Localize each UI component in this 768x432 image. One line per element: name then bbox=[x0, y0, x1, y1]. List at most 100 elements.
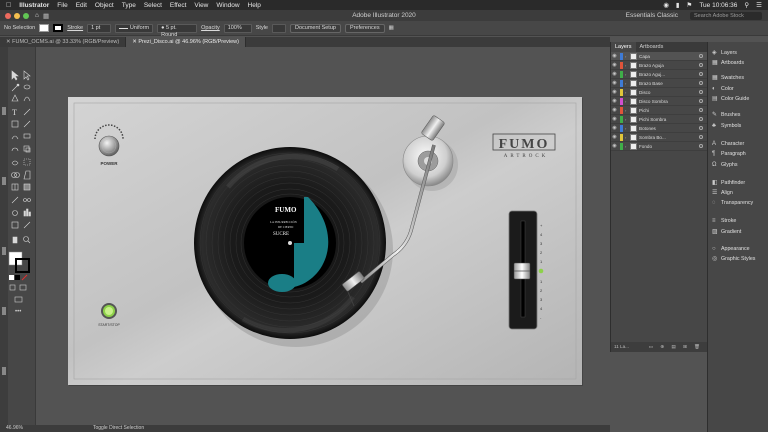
clock[interactable]: Tue 10:06:36 bbox=[699, 2, 737, 9]
collapsed-panel-icons[interactable] bbox=[0, 47, 8, 432]
layer-name[interactable]: Pichi Sombra bbox=[639, 117, 666, 122]
layer-name[interactable]: Brazo Base bbox=[639, 81, 663, 86]
stroke-swatch[interactable] bbox=[53, 24, 64, 32]
tab-artboards[interactable]: Artboards bbox=[636, 42, 668, 52]
layer-row[interactable]: ◉ › Brazo Aguja bbox=[611, 61, 707, 70]
stroke-label[interactable]: Stroke bbox=[67, 25, 83, 31]
layer-row[interactable]: ◉ › Brazo Base bbox=[611, 79, 707, 88]
menu-object[interactable]: Object bbox=[95, 2, 114, 9]
menu-select[interactable]: Select bbox=[144, 2, 162, 9]
layer-row[interactable]: ◉ › Sombra Bo... bbox=[611, 133, 707, 142]
artboard[interactable]: POWER START/STOP FUMO LA INSURRECCIÓN DE… bbox=[68, 97, 582, 385]
search-icon[interactable]: ⚲ bbox=[744, 1, 749, 9]
target-icon[interactable] bbox=[699, 54, 703, 58]
menu-effect[interactable]: Effect bbox=[170, 2, 187, 9]
brush-select[interactable]: ● 5 pt. Round bbox=[157, 23, 198, 38]
eye-icon[interactable]: ◉ bbox=[611, 107, 618, 113]
battery-icon[interactable]: ▮ bbox=[676, 1, 680, 9]
panel-paragraph[interactable]: ¶ Paragraph bbox=[712, 151, 746, 157]
target-icon[interactable] bbox=[699, 72, 703, 76]
layer-row[interactable]: ◉ › Brazo Aguj... bbox=[611, 70, 707, 79]
layer-row[interactable]: ◉ › Disco Sombra bbox=[611, 97, 707, 106]
layer-actions[interactable]: ▭ ⊕ ▤ ⊞ 🗑 bbox=[649, 342, 703, 352]
style-select[interactable] bbox=[271, 23, 286, 33]
eye-icon[interactable]: ◉ bbox=[611, 116, 618, 122]
layer-name[interactable]: Brazo Aguj... bbox=[639, 72, 665, 77]
eye-icon[interactable]: ◉ bbox=[611, 71, 618, 77]
target-icon[interactable] bbox=[699, 63, 703, 67]
minimize-button[interactable] bbox=[14, 12, 20, 19]
target-icon[interactable] bbox=[699, 81, 703, 85]
target-icon[interactable] bbox=[699, 108, 703, 112]
layer-name[interactable]: Botones bbox=[639, 126, 656, 131]
panel-color[interactable]: ◐ Color bbox=[712, 86, 734, 92]
apple-icon[interactable]:  bbox=[6, 2, 11, 9]
eye-icon[interactable]: ◉ bbox=[611, 125, 618, 131]
target-icon[interactable] bbox=[699, 90, 703, 94]
layer-row[interactable]: ◉ › Capa bbox=[611, 52, 707, 61]
stock-search-input[interactable]: Search Adobe Stock bbox=[690, 11, 762, 20]
menu-help[interactable]: Help bbox=[248, 2, 261, 9]
layer-name[interactable]: Disco Sombra bbox=[639, 99, 668, 104]
wifi-icon[interactable]: ◉ bbox=[663, 1, 669, 9]
layer-name[interactable]: Disco bbox=[639, 90, 651, 95]
preferences-button[interactable]: Preferences bbox=[344, 23, 385, 33]
target-icon[interactable] bbox=[699, 99, 703, 103]
zoom-level[interactable]: 46.96% bbox=[6, 425, 23, 432]
panel-gradient[interactable]: ▨ Gradient bbox=[712, 229, 741, 235]
panel-glyphs[interactable]: Ω Glyphs bbox=[712, 162, 738, 168]
panel-appearance[interactable]: ○ Appearance bbox=[712, 246, 750, 252]
menu-type[interactable]: Type bbox=[122, 2, 136, 9]
eye-icon[interactable]: ◉ bbox=[611, 53, 618, 59]
arrange-icon[interactable]: ▦ bbox=[43, 12, 49, 20]
tab-fumo-ocms[interactable]: ✕ FUMO_OCMS.ai @ 33.33% (RGB/Preview) bbox=[0, 37, 127, 47]
layer-name[interactable]: Capa bbox=[639, 54, 650, 59]
panel-graphic-styles[interactable]: ◎ Graphic Styles bbox=[712, 256, 755, 262]
arrange-documents-icon[interactable]: ▦ bbox=[389, 25, 394, 31]
document-setup-button[interactable]: Document Setup bbox=[289, 23, 341, 33]
layer-name[interactable]: Sombra Bo... bbox=[639, 135, 666, 140]
zoom-button[interactable] bbox=[23, 12, 29, 19]
opacity-label[interactable]: Opacity bbox=[201, 25, 220, 31]
layer-name[interactable]: Fondo bbox=[639, 144, 652, 149]
panel-stroke[interactable]: ≡ Stroke bbox=[712, 218, 736, 224]
eye-icon[interactable]: ◉ bbox=[611, 143, 618, 149]
fill-swatch[interactable] bbox=[39, 24, 50, 32]
eye-icon[interactable]: ◉ bbox=[611, 89, 618, 95]
canvas-area[interactable]: POWER START/STOP FUMO LA INSURRECCIÓN DE… bbox=[36, 47, 610, 425]
collapsed-panels-strip[interactable] bbox=[0, 47, 8, 432]
menu-window[interactable]: Window bbox=[216, 2, 239, 9]
layer-name[interactable]: Pichi bbox=[639, 108, 649, 113]
eye-icon[interactable]: ◉ bbox=[611, 98, 618, 104]
opacity-field[interactable]: 100% bbox=[223, 23, 252, 33]
eye-icon[interactable]: ◉ bbox=[611, 134, 618, 140]
panel-transparency[interactable]: ◌ Transparency bbox=[712, 200, 753, 206]
target-icon[interactable] bbox=[699, 144, 703, 148]
layer-row[interactable]: ◉ › Disco bbox=[611, 88, 707, 97]
layer-row[interactable]: ◉ › Botones bbox=[611, 124, 707, 133]
panel-swatches[interactable]: ▦ Swatches bbox=[712, 75, 744, 81]
turntable-artwork[interactable]: POWER START/STOP FUMO LA INSURRECCIÓN DE… bbox=[68, 97, 582, 385]
menu-file[interactable]: File bbox=[57, 2, 67, 9]
profile-select[interactable]: Uniform bbox=[115, 23, 154, 33]
tab-prezi-disco[interactable]: ✕ Prezi_Disco.ai @ 46.96% (RGB/Preview) bbox=[126, 37, 246, 47]
panel-brushes[interactable]: ✎ Brushes bbox=[712, 112, 740, 118]
workspace-switcher[interactable]: Essentials Classic bbox=[626, 12, 678, 19]
menu-view[interactable]: View bbox=[194, 2, 208, 9]
menu-icon[interactable]: ☰ bbox=[756, 1, 762, 9]
menu-edit[interactable]: Edit bbox=[76, 2, 87, 9]
eye-icon[interactable]: ◉ bbox=[611, 62, 618, 68]
stroke-weight-field[interactable]: 1 pt bbox=[87, 23, 112, 33]
panel-pathfinder[interactable]: ◧ Pathfinder bbox=[712, 180, 745, 186]
target-icon[interactable] bbox=[699, 126, 703, 130]
app-menu[interactable]: Illustrator bbox=[19, 2, 49, 9]
eye-icon[interactable]: ◉ bbox=[611, 80, 618, 86]
layer-row[interactable]: ◉ › Pichi bbox=[611, 106, 707, 115]
home-icon[interactable]: ⌂ bbox=[35, 12, 39, 19]
close-button[interactable] bbox=[5, 12, 11, 19]
panel-layers[interactable]: ◈ Layers bbox=[712, 50, 737, 56]
panel-symbols[interactable]: ♣ Symbols bbox=[712, 123, 741, 129]
target-icon[interactable] bbox=[699, 135, 703, 139]
panel-color-guide[interactable]: ▤ Color Guide bbox=[712, 96, 749, 102]
flag-icon[interactable]: ⚑ bbox=[687, 1, 693, 9]
